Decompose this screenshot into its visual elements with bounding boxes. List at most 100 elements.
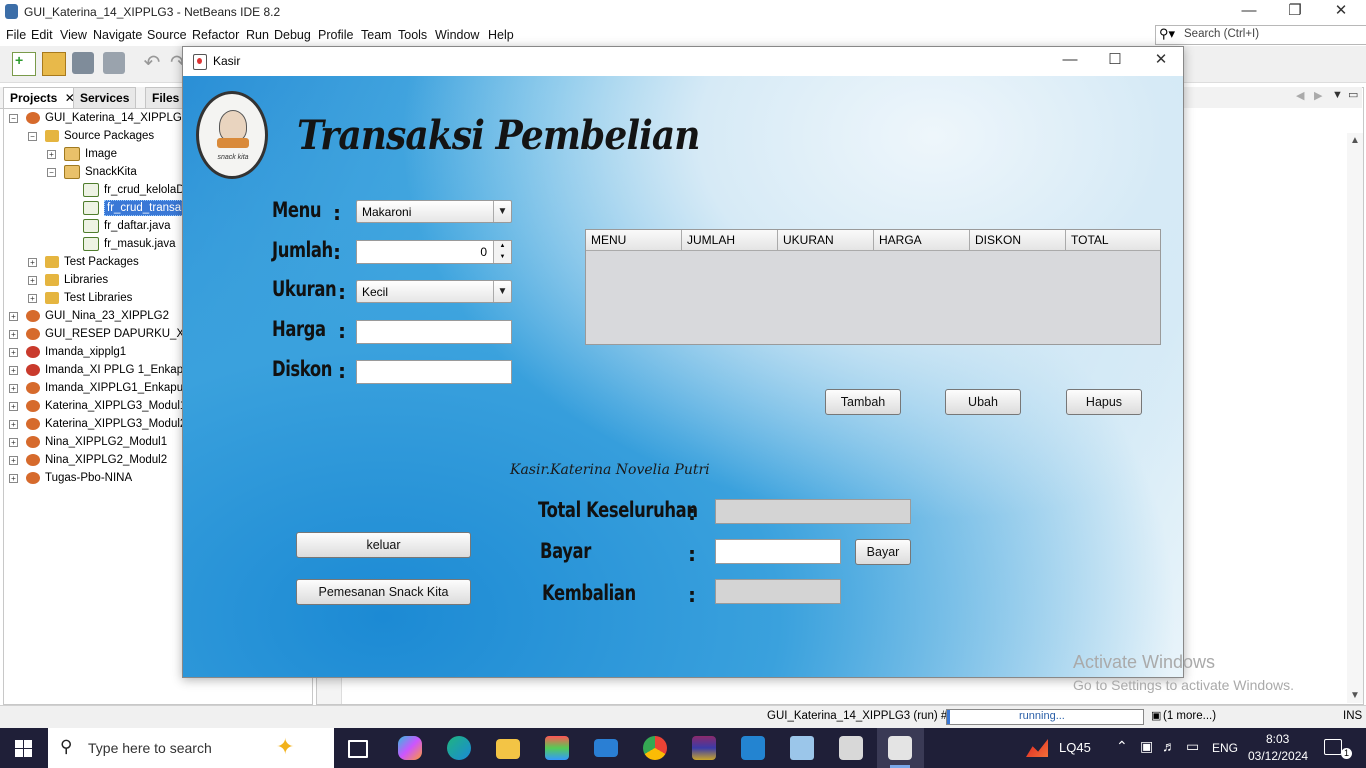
tree-item[interactable]: Imanda_xipplg1 (26, 343, 126, 361)
menu-source[interactable]: Source (147, 28, 187, 42)
table-header-cell[interactable]: DISKON (970, 230, 1066, 251)
stock-ticker-label[interactable]: LQ45 (1059, 740, 1091, 755)
file-explorer-icon[interactable] (496, 739, 520, 759)
new-file-icon[interactable]: + (12, 52, 36, 76)
chevron-up-icon[interactable]: ⌃ (1116, 738, 1128, 755)
menu-view[interactable]: View (60, 28, 87, 42)
tree-expander[interactable]: − (47, 168, 56, 177)
copilot-icon[interactable] (398, 736, 422, 760)
tree-item[interactable]: Image (64, 145, 117, 163)
edge-icon[interactable] (447, 736, 471, 760)
tree-item[interactable]: Imanda_XI PPLG 1_Enkapsul (26, 361, 198, 379)
hapus-button[interactable]: Hapus (1066, 389, 1142, 415)
tree-item-selected[interactable]: fr_crud_transaks (83, 199, 196, 217)
notification-icon[interactable] (1324, 739, 1342, 755)
tree-item[interactable]: fr_crud_kelolaDa (83, 181, 191, 199)
menu-combobox[interactable]: Makaroni ▼ (356, 200, 512, 223)
menu-profile[interactable]: Profile (318, 28, 353, 42)
menu-file[interactable]: File (6, 28, 26, 42)
volume-icon[interactable]: ♬ (1162, 738, 1176, 754)
scroll-up-icon[interactable]: ▲ (1350, 135, 1360, 146)
bayar-button[interactable]: Bayar (855, 539, 911, 565)
tab-projects[interactable]: Projects ✕ (3, 87, 82, 108)
tree-item[interactable]: Source Packages (45, 127, 154, 145)
harga-field[interactable] (356, 320, 512, 344)
tree-expander[interactable]: + (47, 150, 56, 159)
restore-icon[interactable]: ❐ (1272, 0, 1318, 24)
tree-expander[interactable]: − (28, 132, 37, 141)
diskon-field[interactable] (356, 360, 512, 384)
display-icon[interactable]: ▭ (1186, 738, 1199, 755)
kasir-minimize-icon[interactable]: — (1047, 49, 1093, 73)
kasir-close-icon[interactable]: ✕ (1138, 49, 1184, 73)
tree-item[interactable]: Katerina_XIPPLG3_Modul1 (26, 397, 186, 415)
kasir-maximize-icon[interactable]: ☐ (1092, 49, 1138, 73)
close-icon[interactable]: ✕ (1318, 0, 1364, 24)
chevron-down-icon[interactable]: ▼ (493, 281, 511, 302)
transaction-table[interactable]: MENU JUMLAH UKURAN HARGA DISKON TOTAL (585, 229, 1161, 345)
spinner-down-icon[interactable]: ▼ (493, 252, 511, 263)
tab-services[interactable]: Services (73, 87, 137, 108)
new-project-icon[interactable] (42, 52, 66, 76)
tree-item[interactable]: Nina_XIPPLG2_Modul2 (26, 451, 167, 469)
windows-start-icon[interactable] (15, 740, 32, 757)
tree-item[interactable]: Test Packages (45, 253, 139, 271)
tab-files[interactable]: Files (145, 87, 187, 108)
table-header-cell[interactable]: TOTAL (1066, 230, 1160, 251)
tree-expander[interactable]: + (9, 330, 18, 339)
more-tasks-link[interactable]: (1 more...) (1163, 710, 1216, 722)
tambah-button[interactable]: Tambah (825, 389, 901, 415)
menu-window[interactable]: Window (435, 28, 479, 42)
java-app-icon[interactable] (839, 736, 863, 760)
keluar-button[interactable]: keluar (296, 532, 471, 558)
tree-item[interactable]: Tugas-Pbo-NINA (26, 469, 132, 487)
minimize-icon[interactable]: — (1226, 0, 1272, 24)
jumlah-spinner[interactable]: 0 ▲ ▼ (356, 240, 512, 264)
tree-expander[interactable]: + (9, 384, 18, 393)
tasks-icon[interactable]: ▣ (1151, 709, 1161, 722)
menu-debug[interactable]: Debug (274, 28, 311, 42)
tree-expander[interactable]: + (9, 366, 18, 375)
tree-item[interactable]: SnackKita (64, 163, 137, 181)
ubah-button[interactable]: Ubah (945, 389, 1021, 415)
menu-team[interactable]: Team (361, 28, 392, 42)
tree-item[interactable]: GUI_Katerina_14_XIPPLG3 (26, 109, 188, 127)
ide-search-input[interactable]: ⚲▾ Search (Ctrl+I) (1155, 25, 1366, 45)
tree-expander[interactable]: + (28, 258, 37, 267)
chevron-down-icon[interactable]: ▼ (493, 201, 511, 222)
bayar-field[interactable] (715, 539, 841, 564)
tree-item[interactable]: Imanda_XIPPLG1_Enkapulas (26, 379, 198, 397)
chrome-icon[interactable] (643, 736, 667, 760)
tab-list-icon[interactable]: ▼ (1332, 89, 1343, 101)
vscode-icon[interactable] (741, 736, 765, 760)
tree-item[interactable]: Katerina_XIPPLG3_Modul2 (26, 415, 186, 433)
tree-expander[interactable]: + (9, 348, 18, 357)
tree-expander[interactable]: + (9, 456, 18, 465)
tree-item[interactable]: GUI_RESEP DAPURKU_XI PP (26, 325, 206, 343)
scroll-down-icon[interactable]: ▼ (1350, 690, 1360, 701)
task-view-icon[interactable] (348, 740, 368, 758)
table-header-cell[interactable]: UKURAN (778, 230, 874, 251)
ukuran-combobox[interactable]: Kecil ▼ (356, 280, 512, 303)
maximize-editor-icon[interactable]: ▭ (1348, 88, 1358, 101)
table-header-cell[interactable]: HARGA (874, 230, 970, 251)
language-indicator[interactable]: ENG (1212, 741, 1238, 755)
store-icon[interactable] (545, 736, 569, 760)
clock-time[interactable]: 8:03 (1266, 732, 1289, 746)
tree-expander[interactable]: + (28, 276, 37, 285)
taskbar-search-box[interactable]: ⚲ Type here to search ✦ (48, 728, 334, 768)
scroll-left-icon[interactable]: ◀ (1296, 89, 1304, 102)
vertical-scrollbar[interactable]: ▲ ▼ (1347, 133, 1363, 703)
open-project-icon[interactable] (72, 52, 94, 74)
menu-edit[interactable]: Edit (31, 28, 53, 42)
tree-expander[interactable]: + (9, 402, 18, 411)
tree-item[interactable]: GUI_Nina_23_XIPPLG2 (26, 307, 169, 325)
tree-item[interactable]: fr_daftar.java (83, 217, 170, 235)
tree-item[interactable]: Test Libraries (45, 289, 132, 307)
menu-navigate[interactable]: Navigate (93, 28, 142, 42)
tree-expander[interactable]: + (9, 420, 18, 429)
table-header-cell[interactable]: MENU (586, 230, 682, 251)
scroll-right-icon[interactable]: ▶ (1314, 89, 1322, 102)
mail-icon[interactable] (594, 739, 618, 757)
winrar-icon[interactable] (692, 736, 716, 760)
